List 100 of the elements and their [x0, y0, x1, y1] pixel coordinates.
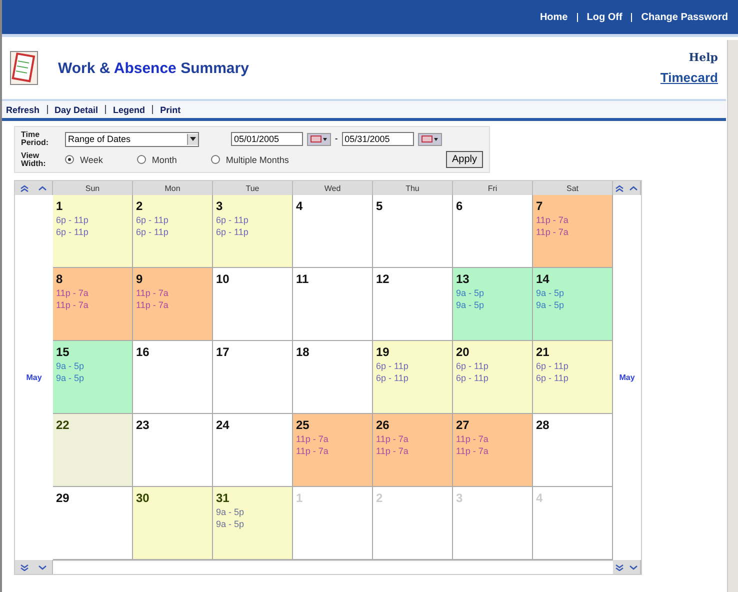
chevron-up-icon [628, 186, 638, 190]
shift-time: 6p - 11p [136, 227, 168, 237]
day-cell[interactable]: 2 6p - 11p 6p - 11p [133, 195, 213, 268]
day-cell[interactable]: 22 [53, 414, 133, 487]
day-cell[interactable]: 30 [133, 487, 213, 560]
shift-time: 9a - 5p [456, 300, 484, 310]
shift-time: 11p - 7a [296, 434, 328, 444]
weekday-header: Sun [53, 181, 133, 195]
day-number: 27 [456, 418, 470, 432]
top-link[interactable]: Home [540, 12, 568, 22]
day-cell[interactable]: 26 11p - 7a 11p - 7a [373, 414, 453, 487]
field-label: View Width: [21, 152, 47, 168]
apply-button[interactable]: Apply [446, 151, 483, 168]
day-number: 6 [456, 199, 463, 213]
day-cell[interactable]: 16 [133, 341, 213, 414]
day-number: 28 [536, 418, 550, 432]
weekday-header: Thu [373, 181, 453, 195]
calendar-picker-button[interactable] [418, 132, 442, 146]
top-link[interactable]: Change Password [641, 12, 728, 22]
day-cell[interactable]: 10 [213, 268, 293, 341]
shift-time: 11p - 7a [376, 446, 408, 456]
weekday-header: Sat [533, 181, 613, 195]
day-cell[interactable]: 13 9a - 5p 9a - 5p [453, 268, 533, 341]
day-cell[interactable]: 5 [373, 195, 453, 268]
day-number: 2 [136, 199, 143, 213]
day-cell[interactable]: 21 6p - 11p 6p - 11p [533, 341, 613, 414]
shift-time: 6p - 11p [376, 373, 408, 383]
day-cell[interactable]: 17 [213, 341, 293, 414]
day-number: 31 [216, 491, 230, 505]
double-chevron-down-icon [615, 564, 624, 570]
day-cell[interactable]: 29 [53, 487, 133, 560]
day-number: 9 [136, 272, 143, 286]
notepad-icon [10, 51, 38, 85]
day-cell[interactable]: 18 [293, 341, 373, 414]
day-cell[interactable]: 12 [373, 268, 453, 341]
weekday-header: Tue [213, 181, 293, 195]
chevron-down-icon [38, 564, 48, 570]
day-number: 12 [376, 272, 390, 286]
shift-time: 11p - 7a [136, 300, 168, 310]
shift-time: 6p - 11p [456, 361, 488, 371]
month-link[interactable]: May [619, 373, 635, 382]
day-number: 7 [536, 199, 543, 213]
day-number: 16 [136, 345, 150, 359]
day-cell[interactable]: 23 [133, 414, 213, 487]
day-cell[interactable]: 6 [453, 195, 533, 268]
shift-time: 6p - 11p [536, 373, 568, 383]
shift-time: 6p - 11p [536, 361, 568, 371]
double-chevron-up-icon [615, 184, 624, 192]
calendar-picker-button[interactable] [307, 132, 331, 146]
double-chevron-down-icon [20, 564, 29, 570]
shift-time: 6p - 11p [216, 215, 248, 225]
field-label: Time Period: [21, 131, 50, 147]
day-cell[interactable]: 20 6p - 11p 6p - 11p [453, 341, 533, 414]
day-number: 11 [296, 272, 309, 286]
toolbar-link[interactable]: Refresh [6, 104, 40, 114]
day-cell[interactable]: 8 11p - 7a 11p - 7a [53, 268, 133, 341]
day-number: 24 [216, 418, 230, 432]
day-number: 10 [216, 272, 230, 286]
time-period-dropdown[interactable]: Range of Dates [65, 132, 199, 146]
day-number: 1 [56, 199, 63, 213]
day-cell[interactable]: 3 6p - 11p 6p - 11p [213, 195, 293, 268]
day-cell[interactable]: 27 11p - 7a 11p - 7a [453, 414, 533, 487]
day-number: 21 [536, 345, 550, 359]
day-cell[interactable]: 9 11p - 7a 11p - 7a [133, 268, 213, 341]
day-cell[interactable]: 25 11p - 7a 11p - 7a [293, 414, 373, 487]
weekday-header: Wed [293, 181, 373, 195]
shift-time: 6p - 11p [456, 373, 488, 383]
month-link[interactable]: May [26, 373, 42, 382]
view-radio[interactable]: Week [65, 154, 103, 164]
day-cell[interactable]: 31 9a - 5p 9a - 5p [213, 487, 293, 560]
view-radio[interactable]: Month [136, 154, 177, 164]
timecard-link[interactable]: Timecard [660, 70, 718, 85]
day-cell[interactable]: 24 [213, 414, 293, 487]
day-cell[interactable]: 4 [293, 195, 373, 268]
day-number: 30 [136, 491, 150, 505]
view-radio[interactable]: Multiple Months [210, 154, 289, 164]
shift-time: 11p - 7a [376, 434, 408, 444]
shift-time: 9a - 5p [536, 300, 564, 310]
shift-time: 6p - 11p [56, 215, 88, 225]
day-cell[interactable]: 11 [293, 268, 373, 341]
toolbar-link[interactable]: Day Detail [54, 104, 98, 114]
day-cell[interactable]: 1 6p - 11p 6p - 11p [53, 195, 133, 268]
top-link[interactable]: Log Off [586, 12, 622, 22]
date-separator: - [335, 135, 338, 143]
toolbar-link[interactable]: Legend [113, 104, 146, 114]
day-cell[interactable]: 15 9a - 5p 9a - 5p [53, 341, 133, 414]
shift-time: 9a - 5p [56, 373, 84, 383]
day-number: 8 [56, 272, 63, 286]
shift-time: 11p - 7a [136, 288, 168, 298]
day-cell[interactable]: 7 11p - 7a 11p - 7a [533, 195, 613, 268]
day-cell[interactable]: 28 [533, 414, 613, 487]
shift-time: 6p - 11p [56, 227, 88, 237]
toolbar-link[interactable]: Print [160, 104, 181, 114]
start-date-field[interactable]: 05/01/2005 [231, 132, 303, 146]
day-cell[interactable]: 14 9a - 5p 9a - 5p [533, 268, 613, 341]
help-link[interactable]: Help [688, 51, 718, 64]
end-date-field[interactable]: 05/31/2005 [342, 132, 414, 146]
shift-time: 11p - 7a [56, 288, 88, 298]
day-cell[interactable]: 19 6p - 11p 6p - 11p [373, 341, 453, 414]
caret-icon [190, 137, 196, 141]
